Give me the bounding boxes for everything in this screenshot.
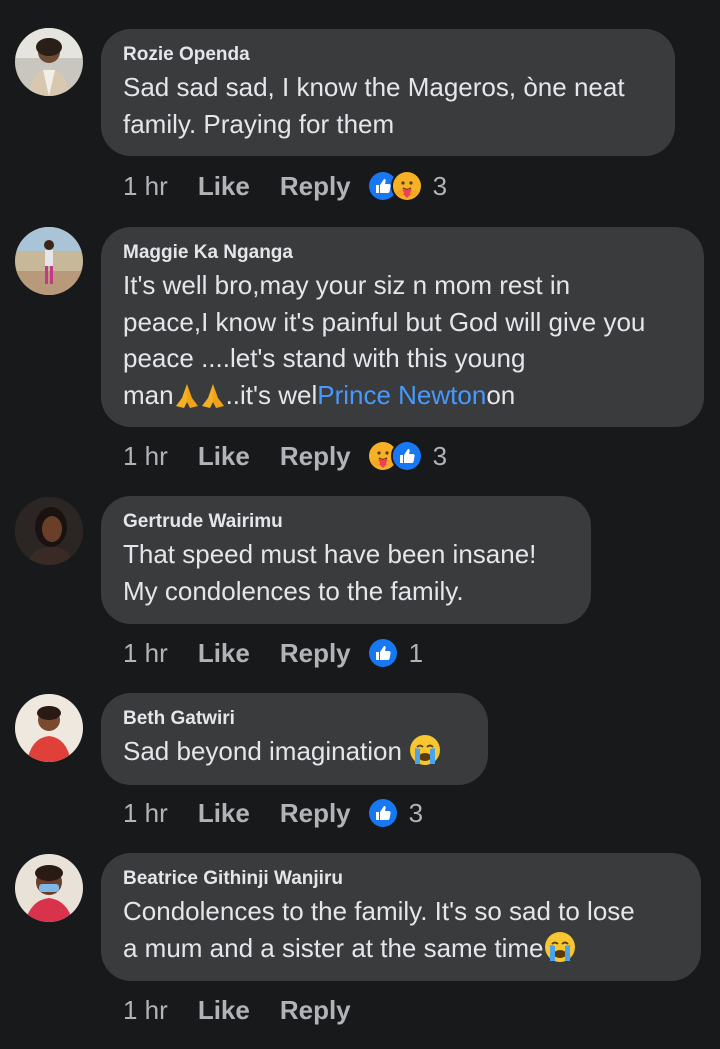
comment-text: Condolences to the family. It's so sad t… [123,893,679,966]
like-button[interactable]: Like [198,798,250,829]
avatar[interactable] [15,227,83,295]
comment-actions: 1 hr Like Reply 3 [123,168,447,204]
comment-text-segment: man [123,379,174,410]
reply-button[interactable]: Reply [280,798,351,829]
comment-timestamp[interactable]: 1 hr [123,798,168,829]
comment-actions: 1 hr Like Reply 1 [123,635,423,671]
comment-bubble: Beth Gatwiri Sad beyond imagination [101,693,488,785]
like-reaction-icon [366,797,399,829]
like-button[interactable]: Like [198,995,250,1026]
comment-timestamp[interactable]: 1 hr [123,995,168,1026]
comment-bubble: Maggie Ka Nganga It's well bro,may your … [101,227,704,427]
comment-text-line: peace ....let's stand with this young [123,343,526,373]
comment-timestamp[interactable]: 1 hr [123,638,168,669]
comment-text: Sad sad sad, I know the Mageros, òne nea… [123,69,653,142]
comment-author[interactable]: Beth Gatwiri [123,707,466,731]
comment-author[interactable]: Rozie Openda [123,43,653,67]
avatar[interactable] [15,854,83,922]
comment-text-line: Sad sad sad, I know the Mageros, òne nea… [123,72,625,102]
reply-button[interactable]: Reply [280,171,351,202]
comment-text-segment: Sad beyond imagination [123,736,402,766]
comment-bubble: Rozie Openda Sad sad sad, I know the Mag… [101,29,675,156]
comment-text-line: Sad beyond imagination [123,733,466,770]
comment-text-line: a mum and a sister at the same time [123,930,679,967]
comment-actions: 1 hr Like Reply 3 [123,438,447,474]
avatar[interactable] [15,497,83,565]
reply-button[interactable]: Reply [280,441,351,472]
reaction-summary[interactable]: 3 [366,797,424,829]
like-button[interactable]: Like [198,441,250,472]
reaction-count: 3 [432,440,448,471]
comment-text: That speed must have been insane! My con… [123,536,569,609]
reaction-count: 3 [432,170,448,201]
comment-text-line: peace,I know it's painful but God will g… [123,306,646,337]
comment-timestamp[interactable]: 1 hr [123,171,168,202]
reaction-count: 3 [408,797,424,828]
mention-link[interactable]: Prince Newton [317,380,486,410]
like-button[interactable]: Like [198,171,250,202]
comment-bubble: Beatrice Githinji Wanjiru Condolences to… [101,853,701,981]
reply-button[interactable]: Reply [280,638,351,669]
reply-button[interactable]: Reply [280,995,351,1026]
comment-text-segment: on [486,379,516,410]
comment-text-line: That speed must have been insane! [123,539,537,569]
like-reaction-icon [366,637,399,669]
comment-text-line: It's well bro,may your siz n mom rest in [123,270,571,300]
comment-timestamp[interactable]: 1 hr [123,441,168,472]
care-reaction-icon [390,170,423,202]
reaction-summary[interactable]: 3 [366,170,448,202]
comment-author[interactable]: Beatrice Githinji Wanjiru [123,867,679,891]
avatar[interactable] [15,694,83,762]
crying-face-emoji-icon [544,931,576,963]
reaction-summary[interactable]: 1 [366,637,424,669]
comment-text-line: Condolences to the family. It's so sad t… [123,896,635,926]
comment-bubble: Gertrude Wairimu That speed must have be… [101,496,591,624]
reaction-count: 1 [408,637,424,668]
comment-actions: 1 hr Like Reply [123,992,381,1028]
comment-actions: 1 hr Like Reply 3 [123,795,423,831]
reaction-summary[interactable]: 3 [366,440,448,472]
folded-hands-emoji-icon [174,382,200,410]
crying-face-emoji-icon [409,734,441,766]
comment-text-line: family. Praying for them [123,108,395,139]
comment-author[interactable]: Gertrude Wairimu [123,510,569,534]
comment-author[interactable]: Maggie Ka Nganga [123,241,682,265]
avatar[interactable] [15,28,83,96]
comment-text-line: man ..it's welPrince Newtonon [123,377,682,414]
like-button[interactable]: Like [198,638,250,669]
comment-text: Sad beyond imagination [123,733,466,770]
comment-text-segment: a mum and a sister at the same time [123,932,544,963]
comment-text: It's well bro,may your siz n mom rest in… [123,267,682,413]
folded-hands-emoji-icon [200,382,226,410]
like-reaction-icon [390,440,423,472]
comment-text-segment: ..it's wel [225,379,318,410]
comment-text-line: My condolences to the family. [123,575,464,606]
